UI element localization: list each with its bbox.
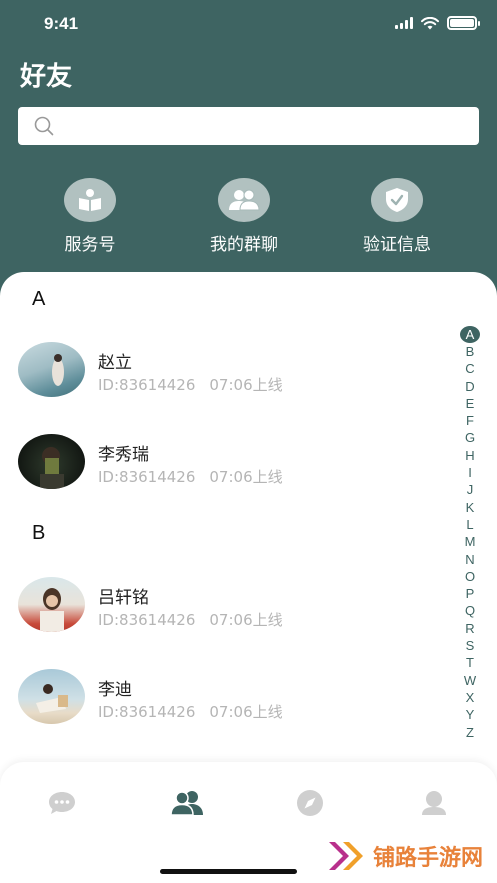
contact-name: 赵立 <box>98 353 132 373</box>
contact-id: ID:83614426 <box>98 611 196 629</box>
alpha-index-q[interactable]: Q <box>460 602 480 619</box>
alpha-index-n[interactable]: N <box>460 551 480 568</box>
service-account-label: 服务号 <box>64 235 116 255</box>
avatar <box>18 434 85 489</box>
contact-meta: ID:83614426 07:06上线 <box>98 609 283 630</box>
alpha-index-l[interactable]: L <box>460 516 480 533</box>
verification-info-button[interactable]: 验证信息 <box>327 178 467 255</box>
avatar <box>18 577 85 632</box>
watermark: 铺路手游网 <box>327 838 483 874</box>
alpha-index-m[interactable]: M <box>460 533 480 550</box>
contact-status: 07:06上线 <box>209 703 283 721</box>
alpha-index-r[interactable]: R <box>460 620 480 637</box>
service-account-button[interactable]: 服务号 <box>20 178 160 255</box>
contact-status: 07:06上线 <box>209 611 283 629</box>
contact-status: 07:06上线 <box>209 376 283 394</box>
contact-name: 吕轩铭 <box>98 588 149 608</box>
contact-name: 李秀瑞 <box>98 445 149 465</box>
alpha-index-s[interactable]: S <box>460 637 480 654</box>
alpha-index-k[interactable]: K <box>460 499 480 516</box>
status-time: 9:41 <box>44 14 79 33</box>
section-header-b: B <box>32 522 46 544</box>
list-item[interactable]: 李秀瑞 ID:83614426 07:06上线 <box>0 422 440 502</box>
tab-messages[interactable] <box>42 788 82 818</box>
list-item[interactable]: 赵立 ID:83614426 07:06上线 <box>0 330 440 410</box>
alpha-index-e[interactable]: E <box>460 395 480 412</box>
tab-friends[interactable] <box>167 788 207 818</box>
tab-discover[interactable] <box>290 788 330 818</box>
contact-id: ID:83614426 <box>98 468 196 486</box>
watermark-text: 铺路手游网 <box>372 846 483 871</box>
alpha-index-o[interactable]: O <box>460 568 480 585</box>
tab-profile[interactable] <box>414 788 454 818</box>
shield-check-icon <box>371 178 423 222</box>
battery-icon <box>447 16 480 30</box>
alpha-index-d[interactable]: D <box>460 378 480 395</box>
search-icon <box>34 116 54 136</box>
section-header-a: A <box>32 288 46 310</box>
contact-meta: ID:83614426 07:06上线 <box>98 374 283 395</box>
search-input[interactable] <box>64 107 464 145</box>
search-bar[interactable] <box>18 107 479 145</box>
avatar <box>18 669 85 724</box>
chat-bubble-icon <box>49 792 75 814</box>
contact-status: 07:06上线 <box>209 468 283 486</box>
alpha-index-f[interactable]: F <box>460 412 480 429</box>
compass-icon <box>297 790 323 816</box>
alpha-index-b[interactable]: B <box>460 343 480 360</box>
alpha-index-g[interactable]: G <box>460 429 480 446</box>
list-item[interactable]: 吕轩铭 ID:83614426 07:06上线 <box>0 565 440 645</box>
alpha-index-w[interactable]: W <box>460 672 480 689</box>
alpha-index-h[interactable]: H <box>460 447 480 464</box>
contact-name: 李迪 <box>98 680 132 700</box>
status-icons <box>395 16 480 30</box>
my-groups-button[interactable]: 我的群聊 <box>174 178 314 255</box>
alpha-index-z[interactable]: Z <box>460 724 480 741</box>
alpha-index-x[interactable]: X <box>460 689 480 706</box>
list-item[interactable]: 李迪 ID:83614426 07:06上线 <box>0 657 440 737</box>
cellular-signal-icon <box>395 17 413 29</box>
alphabet-index[interactable]: ABCDEFGHIJKLMNOPQRSTWXYZ <box>460 326 480 741</box>
alpha-index-c[interactable]: C <box>460 360 480 377</box>
quick-actions: 服务号 我的群聊 验证信息 <box>0 178 497 255</box>
book-icon <box>64 178 116 222</box>
alpha-index-a[interactable]: A <box>460 326 480 343</box>
page-title: 好友 <box>20 62 73 92</box>
wifi-icon <box>421 16 439 29</box>
verification-info-label: 验证信息 <box>363 235 431 255</box>
watermark-logo-icon <box>328 842 363 870</box>
alpha-index-y[interactable]: Y <box>460 706 480 723</box>
contact-meta: ID:83614426 07:06上线 <box>98 701 283 722</box>
contact-list: A 赵立 ID:83614426 07:06上线 李秀瑞 ID:83614426 0… <box>0 272 497 762</box>
alpha-index-i[interactable]: I <box>460 464 480 481</box>
contact-id: ID:83614426 <box>98 703 196 721</box>
contact-meta: ID:83614426 07:06上线 <box>98 466 283 487</box>
my-groups-label: 我的群聊 <box>210 235 278 255</box>
contact-id: ID:83614426 <box>98 376 196 394</box>
alpha-index-p[interactable]: P <box>460 585 480 602</box>
alpha-index-t[interactable]: T <box>460 654 480 671</box>
group-icon <box>218 178 270 222</box>
alpha-index-j[interactable]: J <box>460 481 480 498</box>
friends-icon <box>170 791 203 816</box>
home-indicator <box>160 869 297 874</box>
avatar <box>18 342 85 397</box>
profile-icon <box>422 791 446 815</box>
status-bar: 9:41 <box>0 0 497 48</box>
